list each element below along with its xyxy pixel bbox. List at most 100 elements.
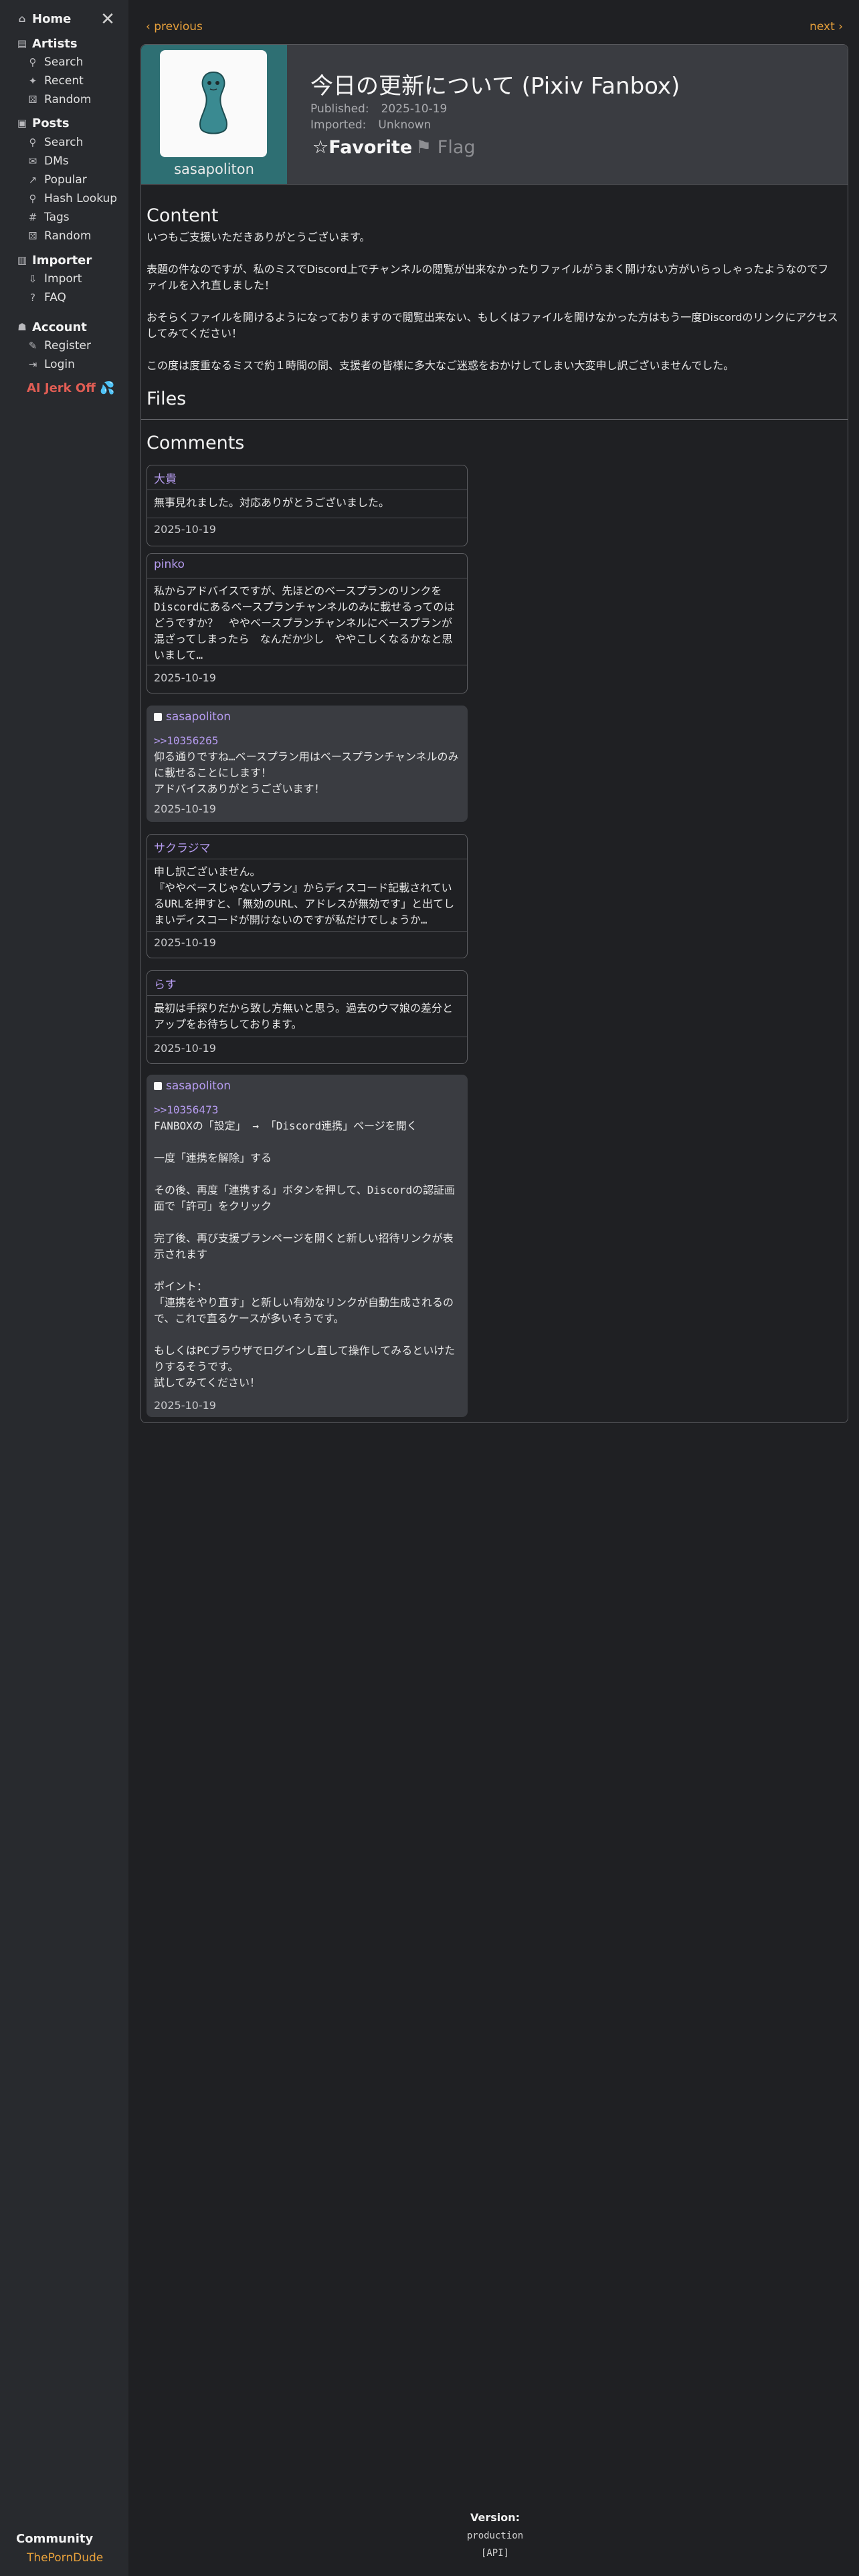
comment-body: >>10356265 仰る通りですね…ベースプラン用はベースプランチャンネルのみ… <box>154 733 462 797</box>
comment-date: 2025-10-19 <box>154 671 216 684</box>
trending-icon: ↗ <box>28 174 37 186</box>
sidebar-item-artists-recent[interactable]: ✦ Recent <box>27 74 84 88</box>
hash-icon: # <box>28 211 37 223</box>
nav-home-label: Home <box>32 11 72 26</box>
import-icon: ⇩ <box>28 273 37 285</box>
close-sidebar-icon[interactable]: ✕ <box>99 11 116 28</box>
flag-button[interactable]: ⚑ Flag <box>415 137 476 158</box>
avatar-mascot-icon <box>199 71 227 134</box>
reply-link[interactable]: >>10356473 <box>154 1103 218 1116</box>
content-heading: Content <box>147 205 219 226</box>
sidebar-item-register[interactable]: ✎ Register <box>27 338 91 353</box>
dice-icon: ⚄ <box>28 94 37 106</box>
sidebar-item-label: Recent <box>44 74 84 88</box>
importer-icon: ▥ <box>17 254 27 266</box>
sidebar-item-artists-random[interactable]: ⚄ Random <box>27 92 91 107</box>
reply-link[interactable]: >>10356265 <box>154 734 218 747</box>
comment-body: 無事見れました。対応ありがとうございました。 <box>154 496 390 509</box>
account-icon: ☗ <box>17 321 27 333</box>
next-post-link[interactable]: next › <box>809 20 843 33</box>
artist-name[interactable]: sasapoliton <box>141 161 287 177</box>
favorite-button[interactable]: ☆Favorite <box>312 137 412 158</box>
version-value: production <box>466 2531 524 2541</box>
sidebar-item-posts-popular[interactable]: ↗ Popular <box>27 173 87 187</box>
search-icon: ⚲ <box>29 193 37 205</box>
sidebar-item-import[interactable]: ⇩ Import <box>27 272 82 286</box>
login-icon: ⇥ <box>28 358 37 370</box>
comment: sasapoliton >>10356265 仰る通りですね…ベースプラン用はベ… <box>147 706 468 822</box>
comment-author[interactable]: sasapoliton <box>154 1079 231 1093</box>
comment-author-name: sasapoliton <box>166 710 231 724</box>
post-header: sasapoliton 今日の更新について (Pixiv Fanbox) Pub… <box>141 45 848 185</box>
api-link[interactable]: [API] <box>428 2548 562 2559</box>
imported-date: Imported: Unknown <box>310 118 431 132</box>
sidebar-item-label: Login <box>44 358 75 371</box>
comment-author-name: sasapoliton <box>166 1079 231 1093</box>
nav-section-importer-label: Importer <box>32 253 92 267</box>
community-link[interactable]: ThePornDude <box>27 2551 103 2565</box>
sidebar-item-label: Random <box>44 229 92 243</box>
avatar <box>160 50 267 157</box>
sidebar-item-posts-random[interactable]: ⚄ Random <box>27 229 91 243</box>
comment: sasapoliton >>10356473 FANBOXの「設定」 → 「Di… <box>147 1075 468 1417</box>
sidebar-item-posts-hash-lookup[interactable]: ⚲ Hash Lookup <box>27 191 118 206</box>
nav-section-account-label: Account <box>32 320 87 334</box>
comment-author[interactable]: pinko <box>154 558 185 571</box>
content-paragraph: 表題の件なのですが、私のミスでDiscord上でチャンネルの閲覧が出来なかったり… <box>147 263 829 292</box>
comment: 大貴 無事見れました。対応ありがとうございました。 2025-10-19 <box>147 465 468 546</box>
promo-link[interactable]: AI Jerk Off 💦 <box>27 381 114 395</box>
community-heading: Community <box>16 2532 94 2546</box>
comment: サクラジマ 申し訳ございません。 『ややベースじゃないプラン』からディスコード記… <box>147 834 468 958</box>
nav-home[interactable]: ⌂ Home <box>16 11 72 27</box>
nav-section-posts: ▣ Posts <box>16 115 70 131</box>
sidebar-item-faq[interactable]: ? FAQ <box>27 290 66 305</box>
comment-author[interactable]: 大貴 <box>154 469 177 486</box>
sidebar-item-posts-dms[interactable]: ✉ DMs <box>27 154 69 169</box>
comment: pinko 私からアドバイスですが、先ほどのベースプランのリンクをDiscord… <box>147 553 468 693</box>
comment-author[interactable]: らす <box>154 975 177 992</box>
published-date: Published: 2025-10-19 <box>310 102 447 116</box>
sidebar: ⌂ Home ✕ ▤ Artists ⚲ Search ✦ Recent ⚄ R… <box>0 0 128 2576</box>
comment-divider <box>147 931 467 932</box>
comment-date: 2025-10-19 <box>154 802 216 815</box>
sparkle-icon: ✦ <box>28 75 37 87</box>
comment-body: 私からアドバイスですが、先ほどのベースプランのリンクをDiscordにあるベース… <box>154 584 455 661</box>
sidebar-item-label: Search <box>44 56 84 69</box>
version-label: Version: <box>470 2511 520 2524</box>
posts-icon: ▣ <box>17 117 27 129</box>
comment: らす 最初は手探りだから致し方無いと思う。過去のウマ娘の差分とアップをお待ちして… <box>147 970 468 1064</box>
sidebar-item-posts-search[interactable]: ⚲ Search <box>27 135 84 150</box>
artists-icon: ▤ <box>17 37 27 49</box>
dice-icon: ⚄ <box>28 230 37 242</box>
avatar <box>154 1082 162 1090</box>
comment-text: FANBOXの「設定」 → 「Discord連携」ページを開く 一度「連携を解除… <box>154 1119 456 1389</box>
sidebar-item-label: Hash Lookup <box>44 192 118 205</box>
avatar <box>154 713 162 721</box>
imported-value: Unknown <box>378 118 432 132</box>
home-icon: ⌂ <box>18 13 26 25</box>
comment-body: 申し訳ございません。 『ややベースじゃないプラン』からディスコード記載されている… <box>154 865 455 926</box>
comment-author[interactable]: サクラジマ <box>154 839 211 855</box>
nav-section-account: ☗ Account <box>16 319 87 335</box>
post-container: sasapoliton 今日の更新について (Pixiv Fanbox) Pub… <box>140 44 848 1423</box>
comment-text: 仰る通りですね…ベースプラン用はベースプランチャンネルのみに載せることにします！… <box>154 750 459 795</box>
comment-date: 2025-10-19 <box>154 523 216 536</box>
sidebar-item-login[interactable]: ⇥ Login <box>27 357 75 372</box>
faq-icon: ? <box>30 292 35 304</box>
content-paragraph: この度は度重なるミスで約１時間の間、支援者の皆様に多大なご迷惑をおかけしてしまい… <box>147 359 735 372</box>
sidebar-item-posts-tags[interactable]: # Tags <box>27 210 70 225</box>
sidebar-item-label: Import <box>44 272 82 286</box>
nav-section-artists: ▤ Artists <box>16 35 78 51</box>
sidebar-item-label: DMs <box>44 154 69 168</box>
previous-post-link[interactable]: ‹ previous <box>146 20 203 33</box>
artist-card[interactable]: sasapoliton <box>141 45 287 184</box>
sidebar-item-artists-search[interactable]: ⚲ Search <box>27 55 84 70</box>
register-icon: ✎ <box>28 340 37 352</box>
nav-section-artists-label: Artists <box>32 36 78 51</box>
imported-label: Imported: <box>310 118 367 132</box>
version-info: Version: production [API] <box>428 2511 562 2559</box>
comment-author[interactable]: sasapoliton <box>154 710 231 724</box>
sidebar-item-label: Search <box>44 136 84 149</box>
comment-date: 2025-10-19 <box>154 1042 216 1055</box>
nav-section-importer: ▥ Importer <box>16 252 92 268</box>
